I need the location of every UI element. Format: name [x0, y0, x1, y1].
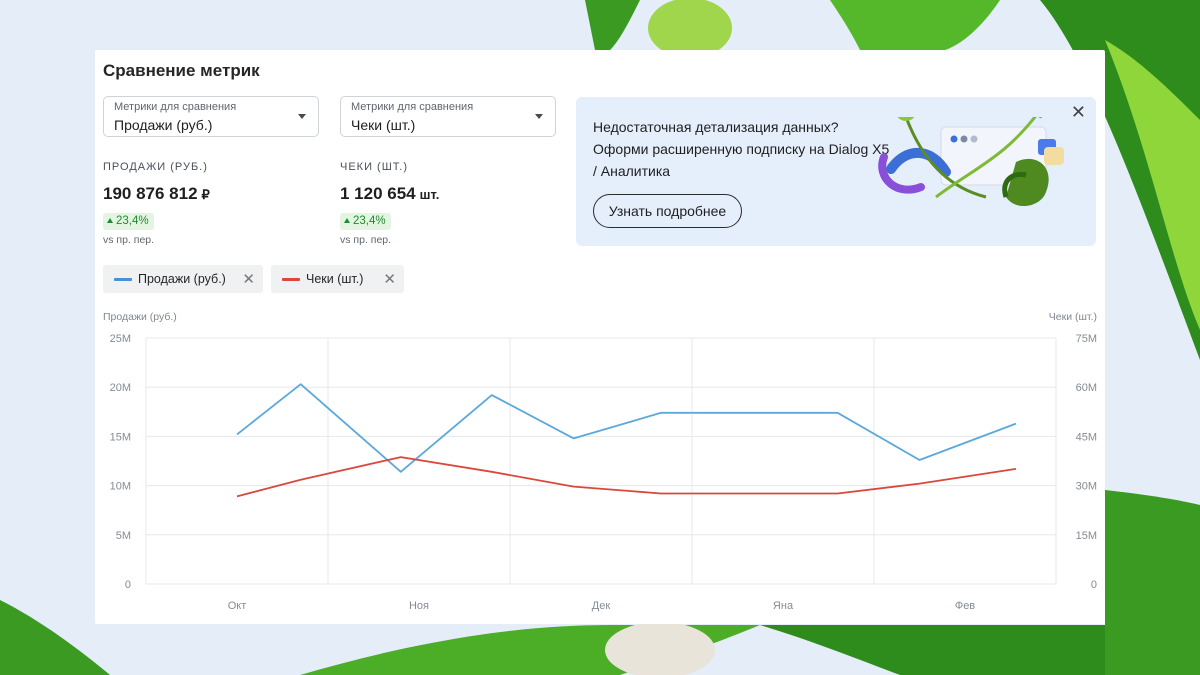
- remove-series-sales-icon[interactable]: ✕: [242, 270, 255, 288]
- left-axis-tick-label: 5M: [116, 530, 131, 542]
- promo-text: Недостаточная детализация данных? Оформи…: [593, 119, 890, 179]
- legend-chip-sales-label: Продажи (руб.): [138, 272, 226, 286]
- metric-2-name: ЧЕКИ (ШТ.): [340, 161, 409, 173]
- metric-select-1[interactable]: Метрики для сравнения Продажи (руб.): [103, 96, 319, 137]
- arrow-up-icon: [344, 218, 350, 223]
- series-line-sales: [236, 383, 1017, 473]
- metric-1-change-badge: 23,4%: [103, 213, 154, 230]
- learn-more-button[interactable]: Узнать подробнее: [593, 194, 742, 228]
- metric-2-comparison: vs пр. пер.: [340, 234, 392, 246]
- legend-chip-checks-label: Чеки (шт.): [306, 272, 364, 286]
- x-axis-tick-label: Дек: [592, 600, 611, 612]
- metric-select-2-label: Метрики для сравнения: [351, 101, 474, 113]
- promo-banner: Недостаточная детализация данных? Оформи…: [576, 97, 1096, 246]
- right-axis-tick-label: 15M: [1076, 530, 1097, 542]
- metric-2-unit: шт.: [419, 187, 440, 202]
- right-axis-tick-label: 30M: [1076, 481, 1097, 493]
- metrics-comparison-card: Сравнение метрик Метрики для сравнения П…: [95, 50, 1105, 624]
- left-axis-tick-label: 20M: [110, 382, 131, 394]
- arrow-up-icon: [107, 218, 113, 223]
- legend-line-checks: [282, 278, 300, 281]
- metric-2-change-badge: 23,4%: [340, 213, 391, 230]
- metric-1-number: 190 876 812: [103, 184, 198, 203]
- metric-2-change: 23,4%: [353, 215, 386, 227]
- left-axis-tick-label: 25M: [110, 333, 131, 345]
- metric-2-number: 1 120 654: [340, 184, 416, 203]
- metric-1-value: 190 876 812 ₽: [103, 184, 210, 204]
- chevron-down-icon: [298, 114, 306, 119]
- left-axis-tick-label: 15M: [110, 431, 131, 443]
- metric-select-1-label: Метрики для сравнения: [114, 101, 237, 113]
- x-axis-tick-label: Ноя: [409, 600, 429, 612]
- legend-chip-sales[interactable]: Продажи (руб.) ✕: [103, 265, 263, 293]
- card-title: Сравнение метрик: [103, 61, 260, 80]
- metric-2-value: 1 120 654 шт.: [340, 184, 439, 204]
- left-axis-tick-label: 10M: [110, 481, 131, 493]
- x-axis-tick-label: Фев: [955, 600, 975, 612]
- metric-1-change: 23,4%: [116, 215, 149, 227]
- metric-1-unit: ₽: [201, 187, 210, 202]
- metric-select-2[interactable]: Метрики для сравнения Чеки (шт.): [340, 96, 556, 137]
- right-axis-tick-label: 75M: [1076, 333, 1097, 345]
- chevron-down-icon: [535, 114, 543, 119]
- series-line-checks: [236, 456, 1017, 498]
- right-axis-tick-label: 45M: [1076, 431, 1097, 443]
- metric-1-name: ПРОДАЖИ (РУБ.): [103, 161, 208, 173]
- legend-chip-checks[interactable]: Чеки (шт.) ✕: [271, 265, 404, 293]
- legend-line-sales: [114, 278, 132, 281]
- metric-select-2-value: Чеки (шт.): [351, 117, 416, 133]
- metric-1-comparison: vs пр. пер.: [103, 234, 155, 246]
- right-axis-tick-label: 60M: [1076, 382, 1097, 394]
- x-axis-tick-label: Окт: [228, 600, 247, 612]
- metric-select-1-value: Продажи (руб.): [114, 117, 213, 133]
- right-axis-tick-label: 0: [1091, 579, 1097, 591]
- x-axis-tick-label: Яна: [773, 600, 794, 612]
- promo-illustration: [878, 117, 1064, 207]
- line-chart: 0 0 5M 15M 10M 30M 15M 45M 20M 60M 25M 75M Окт Ноя Дек…: [110, 333, 1097, 612]
- remove-series-checks-icon[interactable]: ✕: [383, 270, 396, 288]
- left-axis-tick-label: 0: [125, 579, 131, 591]
